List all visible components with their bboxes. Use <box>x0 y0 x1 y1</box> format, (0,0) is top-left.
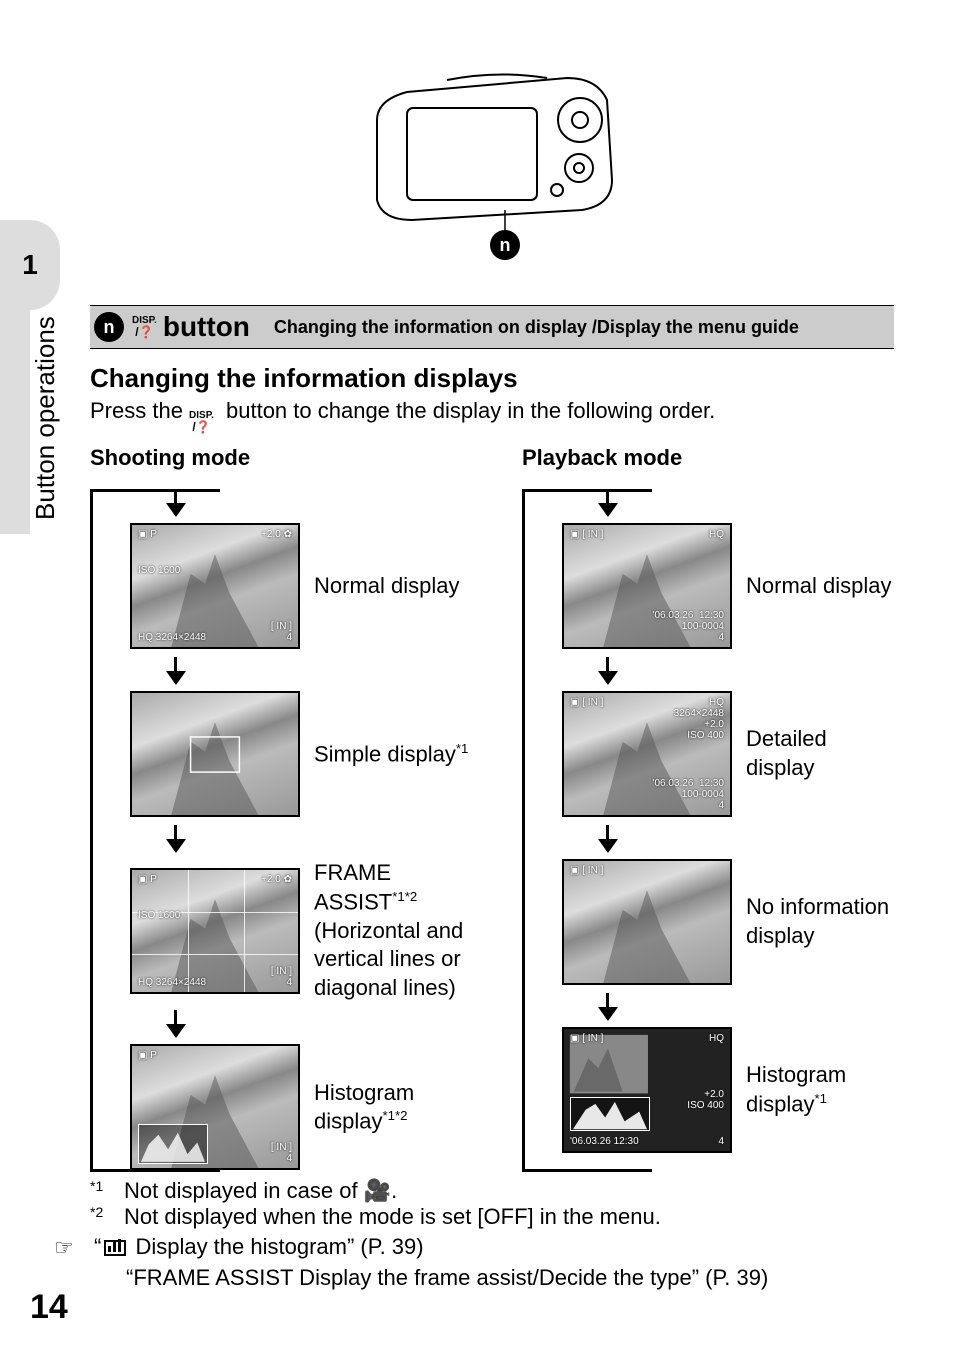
arrow-down-icon <box>174 489 177 515</box>
page-number: 14 <box>30 1288 68 1327</box>
histogram-icon <box>104 1240 126 1256</box>
shooting-thumb-normal: ▣ P +2.0 ✿ ISO 1600 HQ 3264×2448 [ IN ] … <box>130 523 300 649</box>
shooting-cycle: ▣ P +2.0 ✿ ISO 1600 HQ 3264×2448 [ IN ] … <box>90 489 492 1170</box>
callout-badge-14: n <box>490 230 520 260</box>
playback-label-detailed: Detailed display <box>746 725 894 782</box>
playback-thumb-histogram: ▣ [ IN ] HQ +2.0 ISO 400 '06.03.26 12:30… <box>562 1027 732 1153</box>
shooting-label-normal: Normal display <box>314 572 460 601</box>
playback-cycle: ▣ [ IN ] HQ '06.03.26 12:30 100-0004 4 N… <box>522 489 894 1153</box>
shooting-label-histogram: Histogram display*1*2 <box>314 1079 484 1137</box>
heading-button-word: button <box>163 311 274 343</box>
chapter-title: Button operations <box>30 316 61 520</box>
shooting-thumb-frame-assist: ▣ P +2.0 ✿ ISO 1600 HQ 3264×2448 [ IN ] … <box>130 868 300 994</box>
reference-1: ☞“ Display the histogram” (P. 39) <box>90 1234 894 1261</box>
disp-help-icon-inline: DISP./❓ <box>189 411 214 433</box>
playback-thumb-detailed: ▣ [ IN ] HQ 3264×2448 +2.0 ISO 400 '06.0… <box>562 691 732 817</box>
shooting-thumb-simple <box>130 691 300 817</box>
chapter-number: 1 <box>22 249 38 281</box>
arrow-down-icon <box>174 825 177 851</box>
paragraph: Press the DISP./❓ button to change the d… <box>90 398 894 433</box>
chapter-tab: 1 Button operations <box>0 220 60 540</box>
footnotes: *1Not displayed in case of 🎥. *2Not disp… <box>90 1178 894 1230</box>
arrow-down-icon <box>606 825 609 851</box>
reference-2: “FRAME ASSIST Display the frame assist/D… <box>90 1265 894 1291</box>
playback-thumb-normal: ▣ [ IN ] HQ '06.03.26 12:30 100-0004 4 <box>562 523 732 649</box>
section-heading-bar: n DISP./❓ button Changing the informatio… <box>90 305 894 349</box>
heading-badge: n <box>94 312 124 342</box>
arrow-down-icon <box>606 489 609 515</box>
arrow-down-icon <box>174 657 177 683</box>
arrow-down-icon <box>606 993 609 1019</box>
shooting-label-frame-assist: FRAME ASSIST*1*2 (Horizontal and vertica… <box>314 859 484 1002</box>
movie-icon: 🎥 <box>364 1178 391 1203</box>
playback-label-noinfo: No information display <box>746 893 894 950</box>
camera-illustration: n <box>357 60 627 240</box>
shooting-label-simple: Simple display*1 <box>314 740 468 769</box>
playback-mode-title: Playback mode <box>492 445 894 471</box>
shooting-mode-title: Shooting mode <box>90 445 492 471</box>
playback-label-histogram: Histogram display*1 <box>746 1061 894 1119</box>
arrow-down-icon <box>174 1010 177 1036</box>
playback-label-normal: Normal display <box>746 572 892 601</box>
disp-help-icon: DISP./❓ <box>132 316 157 338</box>
playback-thumb-noinfo: ▣ [ IN ] <box>562 859 732 985</box>
heading-desc: Changing the information on display /Dis… <box>274 317 894 338</box>
arrow-down-icon <box>606 657 609 683</box>
subheading: Changing the information displays <box>90 363 894 394</box>
shooting-thumb-histogram: ▣ P [ IN ] 4 <box>130 1044 300 1170</box>
